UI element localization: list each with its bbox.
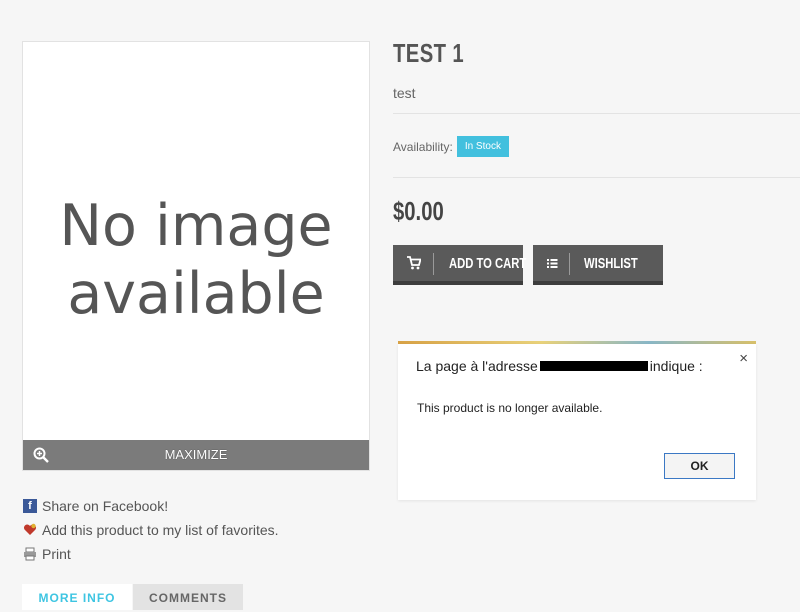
add-to-cart-label: ADD TO CART — [449, 255, 527, 272]
dialog-heading: La page à l'adresse indique : — [416, 358, 703, 374]
redacted-url — [539, 361, 648, 371]
tab-more-info[interactable]: MORE INFO — [22, 584, 132, 610]
heart-icon — [23, 523, 37, 537]
wishlist-button[interactable]: WISHLIST — [533, 245, 663, 285]
cart-icon — [407, 256, 421, 270]
alert-dialog: × La page à l'adresse indique : This pro… — [398, 344, 756, 500]
add-to-cart-button[interactable]: ADD TO CART — [393, 245, 527, 285]
print-label: Print — [42, 546, 71, 562]
product-image-frame[interactable]: No image available MAXIMIZE — [22, 41, 370, 471]
dialog-heading-prefix: La page à l'adresse — [416, 358, 538, 374]
wishlist-label: WISHLIST — [584, 255, 638, 272]
no-image-text-line1: No image — [59, 193, 333, 259]
printer-icon — [23, 547, 37, 561]
share-facebook-label: Share on Facebook! — [42, 498, 169, 514]
list-icon — [547, 259, 558, 268]
product-description: test — [393, 85, 416, 101]
tab-comments[interactable]: COMMENTS — [133, 584, 243, 610]
button-divider — [569, 253, 570, 275]
dialog-message: This product is no longer available. — [417, 401, 603, 415]
dialog-heading-suffix: indique : — [649, 358, 703, 374]
no-image-text-line2: available — [67, 261, 325, 327]
print-link[interactable]: Print — [23, 542, 279, 566]
product-price: $0.00 — [393, 196, 444, 226]
product-title: TEST 1 — [393, 38, 465, 68]
close-icon[interactable]: × — [739, 350, 748, 367]
share-facebook-link[interactable]: f Share on Facebook! — [23, 494, 279, 518]
button-divider — [433, 253, 434, 275]
availability-label: Availability: — [393, 139, 453, 154]
product-actions-list: f Share on Facebook! Add this product to… — [23, 494, 279, 566]
no-image-placeholder: No image available — [23, 192, 369, 328]
divider — [393, 177, 800, 178]
stock-status-badge: In Stock — [456, 136, 509, 157]
availability-row: Availability: In Stock — [393, 136, 509, 157]
add-favorite-link[interactable]: Add this product to my list of favorites… — [23, 518, 279, 542]
maximize-label: MAXIMIZE — [164, 447, 228, 462]
divider — [393, 113, 800, 114]
facebook-icon: f — [23, 499, 37, 513]
add-favorite-label: Add this product to my list of favorites… — [42, 522, 279, 538]
maximize-button[interactable]: MAXIMIZE — [23, 440, 369, 470]
ok-button[interactable]: OK — [664, 453, 735, 479]
